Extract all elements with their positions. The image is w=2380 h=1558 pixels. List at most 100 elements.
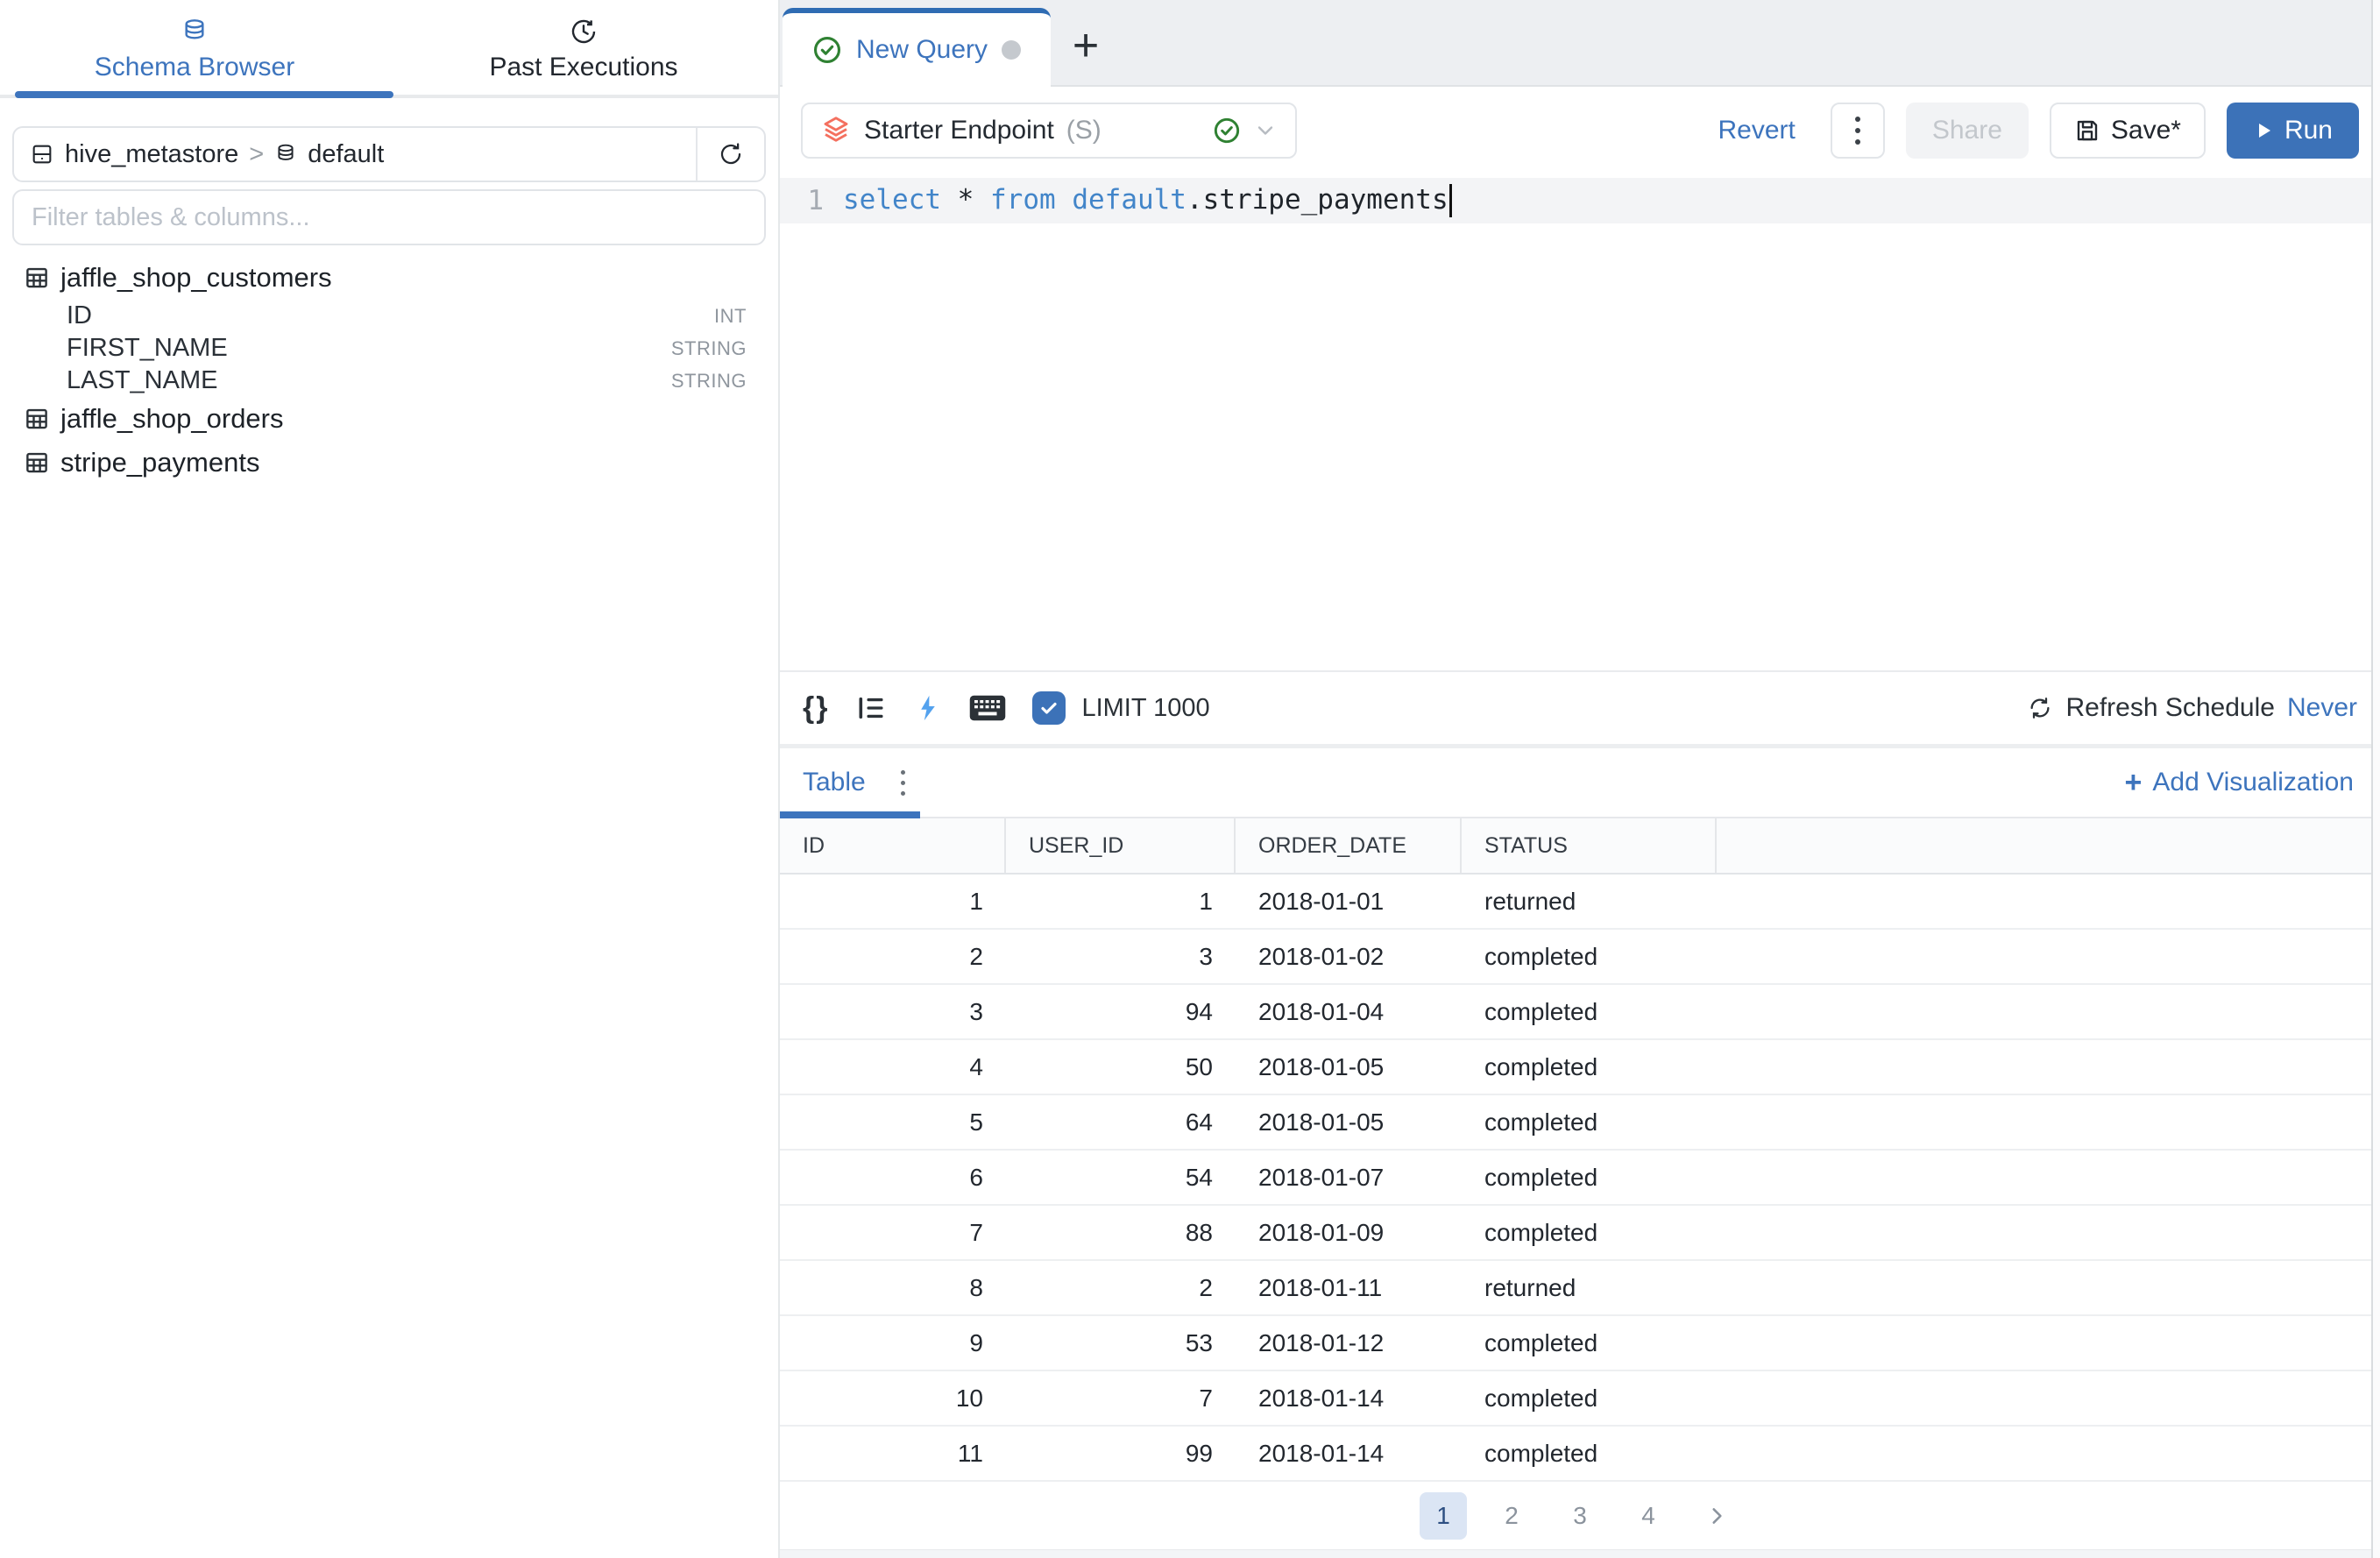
refresh-schema-button[interactable] [696, 128, 764, 181]
server-database-icon [30, 142, 54, 166]
schema-column-row: IDINT [24, 300, 747, 332]
results-tab-table[interactable]: Table [803, 768, 866, 797]
cell-user-id: 99 [1006, 1427, 1236, 1480]
indent-icon[interactable] [855, 692, 887, 724]
schema-column-type: STRING [671, 337, 747, 360]
cell-id: 7 [780, 1206, 1006, 1259]
cell-id: 5 [780, 1095, 1006, 1149]
query-tab-new-query[interactable]: New Query [783, 8, 1051, 87]
endpoint-name: Starter Endpoint [864, 116, 1054, 145]
column-header-status[interactable]: STATUS [1462, 818, 1717, 873]
cell-user-id: 53 [1006, 1316, 1236, 1370]
cell-order-date: 2018-01-07 [1236, 1151, 1462, 1204]
schema-column-row: FIRST_NAMESTRING [24, 332, 747, 365]
limit-checkbox[interactable] [1032, 691, 1066, 725]
cell-user-id: 54 [1006, 1151, 1236, 1204]
play-icon [2253, 120, 2274, 141]
sql-editor[interactable]: 1 select * from default.stripe_payments [780, 174, 2380, 670]
cell-order-date: 2018-01-12 [1236, 1316, 1462, 1370]
scrollbar-rail[interactable] [2371, 0, 2380, 1558]
schema-column-name: LAST_NAME [67, 366, 217, 395]
cell-user-id: 7 [1006, 1371, 1236, 1425]
schema-table-row[interactable]: jaffle_shop_orders [24, 397, 747, 441]
column-header-id[interactable]: ID [780, 818, 1006, 873]
pagination: 1234 [780, 1482, 2380, 1549]
breadcrumb-database[interactable]: hive_metastore [65, 140, 238, 169]
schema-filter-input[interactable] [32, 203, 747, 232]
cell-empty [1717, 1206, 2380, 1259]
add-visualization-label: Add Visualization [2152, 768, 2354, 797]
run-button[interactable]: Run [2227, 103, 2359, 159]
cell-status: completed [1462, 1206, 1717, 1259]
revert-button[interactable]: Revert [1718, 116, 1795, 145]
pagination-page-4[interactable]: 4 [1625, 1492, 1672, 1540]
format-braces-icon[interactable]: {} [803, 691, 829, 726]
cell-status: completed [1462, 1040, 1717, 1094]
cell-id: 4 [780, 1040, 1006, 1094]
new-tab-button[interactable]: + [1051, 6, 1121, 85]
cell-order-date: 2018-01-04 [1236, 985, 1462, 1038]
code-line: 1 select * from default.stripe_payments [780, 178, 2380, 223]
cell-status: completed [1462, 1095, 1717, 1149]
breadcrumb[interactable]: hive_metastore > default [14, 140, 696, 169]
refresh-schedule-value[interactable]: Never [2287, 693, 2357, 723]
cell-status: completed [1462, 985, 1717, 1038]
cell-order-date: 2018-01-05 [1236, 1040, 1462, 1094]
table-grid-icon [24, 450, 50, 476]
cell-id: 6 [780, 1151, 1006, 1204]
autocomplete-bolt-icon[interactable] [913, 693, 943, 723]
table-row: 11992018-01-14completed [780, 1427, 2380, 1482]
tab-schema-browser-label: Schema Browser [95, 53, 294, 82]
breadcrumb-schema[interactable]: default [308, 140, 384, 169]
kebab-menu-icon [1855, 117, 1860, 145]
pagination-page-2[interactable]: 2 [1488, 1492, 1535, 1540]
table-row: 112018-01-01returned [780, 875, 2380, 930]
save-button[interactable]: Save* [2050, 103, 2206, 159]
refresh-schedule: Refresh Schedule Never [2027, 693, 2357, 723]
cell-status: completed [1462, 930, 1717, 983]
pagination-page-3[interactable]: 3 [1556, 1492, 1604, 1540]
main-panel: New Query + Starter Endpoint (S) [780, 0, 2380, 1558]
tab-past-executions[interactable]: Past Executions [389, 0, 778, 98]
cell-user-id: 88 [1006, 1206, 1236, 1259]
schema-table-row[interactable]: jaffle_shop_customers [24, 256, 747, 300]
pagination-page-1[interactable]: 1 [1420, 1492, 1467, 1540]
cell-id: 9 [780, 1316, 1006, 1370]
line-number: 1 [780, 185, 843, 216]
editor-toolbar: {} [780, 670, 2380, 744]
more-actions-button[interactable] [1831, 103, 1885, 159]
code-content: select * from default.stripe_payments [843, 184, 1452, 218]
cell-order-date: 2018-01-02 [1236, 930, 1462, 983]
cell-user-id: 50 [1006, 1040, 1236, 1094]
cell-empty [1717, 985, 2380, 1038]
schema-table-row[interactable]: stripe_payments [24, 441, 747, 485]
sidebar-tabs: Schema Browser Past Executions [0, 0, 778, 98]
table-row: 9532018-01-12completed [780, 1316, 2380, 1371]
share-button[interactable]: Share [1906, 103, 2029, 159]
plus-icon: + [2125, 766, 2143, 800]
column-header-user_id[interactable]: USER_ID [1006, 818, 1236, 873]
table-row: 7882018-01-09completed [780, 1206, 2380, 1261]
cell-user-id: 64 [1006, 1095, 1236, 1149]
cell-empty [1717, 1316, 2380, 1370]
results-tab-menu[interactable] [901, 770, 905, 796]
cell-order-date: 2018-01-05 [1236, 1095, 1462, 1149]
save-button-label: Save* [2111, 116, 2181, 145]
cell-empty [1717, 930, 2380, 983]
table-row: 822018-01-11returned [780, 1261, 2380, 1316]
cell-order-date: 2018-01-01 [1236, 875, 1462, 928]
keyboard-shortcuts-icon[interactable] [969, 693, 1006, 723]
history-clock-icon [570, 18, 598, 46]
cell-status: completed [1462, 1316, 1717, 1370]
tab-schema-browser[interactable]: Schema Browser [0, 0, 389, 98]
column-header-order_date[interactable]: ORDER_DATE [1236, 818, 1462, 873]
add-visualization-button[interactable]: + Add Visualization [2125, 766, 2354, 800]
pagination-next-button[interactable] [1693, 1492, 1740, 1540]
tab-past-executions-label: Past Executions [489, 53, 677, 82]
refresh-schedule-icon [2027, 695, 2053, 721]
endpoint-layers-icon [820, 115, 852, 146]
endpoint-select[interactable]: Starter Endpoint (S) [801, 103, 1297, 159]
cell-empty [1717, 1371, 2380, 1425]
footer-strip [780, 1549, 2380, 1558]
table-row: 232018-01-02completed [780, 930, 2380, 985]
